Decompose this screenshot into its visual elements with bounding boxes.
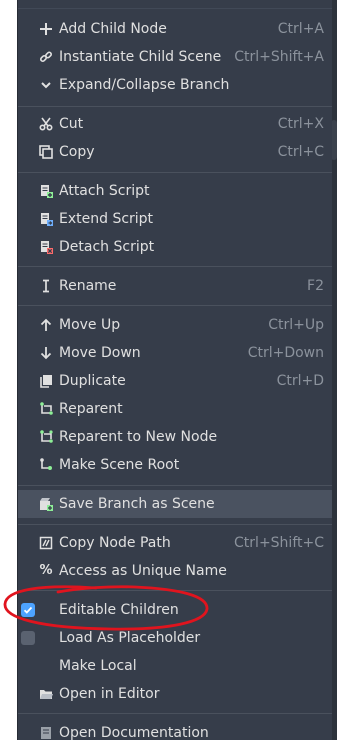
menu-item-shortcut: Ctrl+Up — [268, 317, 324, 333]
copy-icon — [38, 144, 54, 160]
menu-item-shortcut: Ctrl+A — [277, 21, 324, 37]
script-add-icon — [38, 183, 54, 199]
percent-icon: % — [39, 563, 53, 578]
menu-item-label: Cut — [59, 116, 84, 132]
menu-item-attach-script[interactable]: Attach Script — [18, 177, 332, 205]
script-remove-icon — [38, 239, 54, 255]
menu-item-reparent-to-new-node[interactable]: Reparent to New Node — [18, 423, 332, 451]
menu-item-label: Open in Editor — [59, 686, 160, 702]
doc-icon — [38, 725, 54, 740]
menu-item-reparent[interactable]: Reparent — [18, 395, 332, 423]
menu-item-cut[interactable]: Cut Ctrl+X — [18, 110, 332, 138]
menu-item-shortcut: Ctrl+C — [277, 144, 324, 160]
menu-item-label: Move Up — [59, 317, 121, 333]
scene-root-icon — [38, 457, 54, 473]
menu-separator — [18, 305, 332, 306]
menu-item-label: Add Child Node — [59, 21, 167, 37]
checkbox-unchecked-icon[interactable] — [21, 631, 35, 645]
menu-separator — [18, 485, 332, 486]
link-icon — [38, 49, 54, 65]
menu-item-open-in-editor[interactable]: Open in Editor — [18, 680, 332, 708]
menu-item-shortcut: Ctrl+X — [277, 116, 324, 132]
menu-item-label: Make Local — [59, 658, 137, 674]
menu-item-detach-script[interactable]: Detach Script — [18, 233, 332, 261]
chevron-down-icon — [38, 77, 54, 93]
menu-separator — [18, 590, 332, 591]
script-extend-icon — [38, 211, 54, 227]
rename-icon — [38, 278, 54, 294]
menu-item-label: Expand/Collapse Branch — [59, 77, 230, 93]
menu-item-label: Save Branch as Scene — [59, 496, 215, 512]
arrow-up-icon — [38, 317, 54, 333]
menu-item-label: Reparent to New Node — [59, 429, 218, 445]
menu-item-access-as-unique-name[interactable]: % Access as Unique Name — [18, 557, 332, 585]
menu-item-shortcut: Ctrl+Down — [247, 345, 324, 361]
arrow-down-icon — [38, 345, 54, 361]
menu-item-shortcut: Ctrl+D — [276, 373, 324, 389]
menu-item-rename[interactable]: Rename F2 — [18, 272, 332, 300]
menu-item-move-up[interactable]: Move Up Ctrl+Up — [18, 311, 332, 339]
menu-item-label: Access as Unique Name — [59, 563, 227, 579]
menu-item-expand-collapse-branch[interactable]: Expand/Collapse Branch — [18, 71, 332, 99]
menu-item-label: Editable Children — [59, 602, 179, 618]
menu-item-label: Attach Script — [59, 183, 150, 199]
menu-item-make-local[interactable]: Make Local — [18, 652, 332, 680]
menu-item-copy[interactable]: Copy Ctrl+C — [18, 138, 332, 166]
menu-item-extend-script[interactable]: Extend Script — [18, 205, 332, 233]
menu-item-make-scene-root[interactable]: Make Scene Root — [18, 451, 332, 479]
menu-item-label: Make Scene Root — [59, 457, 180, 473]
menu-item-label: Rename — [59, 278, 117, 294]
menu-separator — [18, 524, 332, 525]
checkbox-checked-icon[interactable] — [21, 603, 35, 617]
menu-item-label: Instantiate Child Scene — [59, 49, 222, 65]
menu-item-copy-node-path[interactable]: Copy Node Path Ctrl+Shift+C — [18, 529, 332, 557]
scissors-icon — [38, 116, 54, 132]
menu-item-editable-children[interactable]: Editable Children — [18, 596, 332, 624]
menu-separator — [18, 266, 332, 267]
window-edge — [0, 0, 17, 740]
duplicate-icon — [38, 373, 54, 389]
menu-item-label: Extend Script — [59, 211, 154, 227]
menu-item-duplicate[interactable]: Duplicate Ctrl+D — [18, 367, 332, 395]
menu-item-label: Move Down — [59, 345, 141, 361]
menu-item-label: Copy — [59, 144, 95, 160]
menu-item-label: Open Documentation — [59, 725, 209, 740]
menu-item-shortcut: Ctrl+Shift+A — [234, 49, 324, 65]
menu-item-load-as-placeholder[interactable]: Load As Placeholder — [18, 624, 332, 652]
menu-item-shortcut: F2 — [307, 278, 324, 294]
menu-separator — [18, 713, 332, 714]
folder-open-icon — [38, 686, 54, 702]
plus-icon — [38, 21, 54, 37]
menu-item-label: Load As Placeholder — [59, 630, 201, 646]
reparent-new-icon — [38, 429, 54, 445]
menu-item-shortcut: Ctrl+Shift+C — [234, 535, 324, 551]
menu-item-label: Copy Node Path — [59, 535, 171, 551]
menu-item-add-child-node[interactable]: Add Child Node Ctrl+A — [18, 15, 332, 43]
menu-item-open-documentation[interactable]: Open Documentation — [18, 719, 332, 740]
menu-item-move-down[interactable]: Move Down Ctrl+Down — [18, 339, 332, 367]
menu-item-instantiate-child-scene[interactable]: Instantiate Child Scene Ctrl+Shift+A — [18, 43, 332, 71]
menu-item-label: Reparent — [59, 401, 123, 417]
menu-item-save-branch-as-scene[interactable]: Save Branch as Scene — [18, 490, 332, 518]
menu-separator — [18, 106, 332, 107]
menu-separator — [18, 172, 332, 173]
save-scene-icon — [38, 496, 54, 512]
reparent-icon — [38, 401, 54, 417]
context-menu: Add Child Node Ctrl+A Instantiate Child … — [17, 0, 332, 740]
menu-item-label: Detach Script — [59, 239, 155, 255]
copy-path-icon — [38, 535, 54, 551]
menu-item-label: Duplicate — [59, 373, 126, 389]
menu-top-strip — [18, 0, 332, 9]
